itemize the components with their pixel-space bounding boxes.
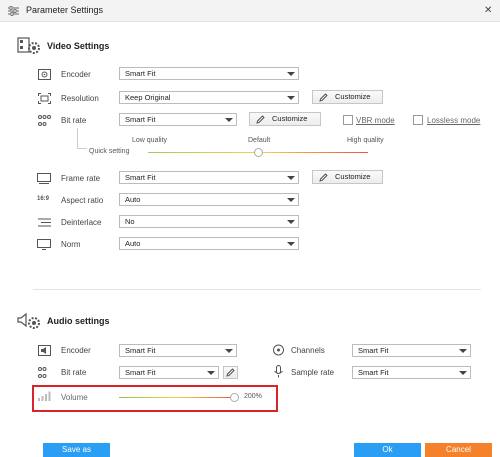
deinterlace-icon [38,218,51,229]
audio-encoder-select[interactable]: Smart Fit [119,344,237,357]
video-encoder-label: Encoder [61,70,91,79]
pencil-icon [319,93,328,102]
volume-value: 200% [244,393,262,400]
quick-setting-label: Quick setting [89,148,130,155]
audio-settings-title: Audio settings [47,316,110,326]
sample-rate-value: Smart Fit [358,368,389,377]
chevron-down-icon [225,118,233,122]
aspect-ratio-select[interactable]: Auto [119,193,299,206]
chevron-down-icon [287,242,295,246]
volume-label: Volume [61,393,88,402]
video-encoder-value: Smart Fit [125,69,156,78]
cancel-button[interactable]: Cancel [425,443,492,457]
frame-rate-customize-button[interactable]: Customize [312,170,383,184]
channels-label: Channels [291,346,325,355]
audio-bitrate-label: Bit rate [61,368,87,377]
resolution-select[interactable]: Keep Original [119,91,299,104]
norm-label: Norm [61,240,81,249]
audio-encoder-label: Encoder [61,346,91,355]
volume-slider-track[interactable] [119,397,234,398]
video-encoder-select[interactable]: Smart Fit [119,67,299,80]
resolution-label: Resolution [61,94,99,103]
video-bitrate-select[interactable]: Smart Fit [119,113,237,126]
deinterlace-value: No [125,217,135,226]
chevron-down-icon [287,176,295,180]
aspect-ratio-label: Aspect ratio [61,196,104,205]
customize-label: Customize [335,92,371,101]
aspect-ratio-value: Auto [125,195,141,204]
quality-slider-thumb[interactable] [253,148,263,157]
chevron-down-icon [459,349,467,353]
sample-rate-label: Sample rate [291,368,335,377]
resolution-value: Keep Original [125,93,171,102]
frame-rate-value: Smart Fit [125,173,156,182]
lossless-mode-checkbox[interactable] [413,115,423,125]
video-bitrate-value: Smart Fit [125,115,156,124]
microphone-icon [274,365,283,380]
settings-sliders-icon [8,6,19,18]
chevron-down-icon [287,220,295,224]
low-quality-label: Low quality [132,137,168,144]
audio-settings-icon [17,312,41,332]
audio-bitrate-edit-button[interactable] [223,366,238,379]
close-icon[interactable]: ✕ [484,5,492,16]
norm-select[interactable]: Auto [119,237,299,250]
frame-rate-label: Frame rate [61,174,101,183]
resolution-customize-button[interactable]: Customize [312,90,383,104]
channels-value: Smart Fit [358,346,389,355]
chevron-down-icon [287,96,295,100]
ok-button[interactable]: Ok [354,443,421,457]
chevron-down-icon [207,371,215,375]
lossless-mode-label: Lossless mode [427,116,481,125]
frame-rate-icon [37,173,51,186]
aspect-ratio-icon: 16:9 [37,196,50,202]
pencil-icon [226,368,235,377]
audio-bitrate-icon [38,367,51,381]
audio-encoder-icon [38,345,51,358]
tree-connector-vertical [77,128,78,149]
audio-encoder-value: Smart Fit [125,346,156,355]
audio-bitrate-select[interactable]: Smart Fit [119,366,219,379]
customize-label: Customize [335,172,371,181]
video-settings-title: Video Settings [47,41,110,51]
video-bitrate-label: Bit rate [61,116,87,125]
pencil-icon [256,115,265,124]
audio-bitrate-value: Smart Fit [125,368,156,377]
frame-rate-select[interactable]: Smart Fit [119,171,299,184]
default-quality-label: Default [248,137,271,144]
volume-slider-thumb[interactable] [229,393,239,402]
customize-label: Customize [272,114,308,123]
save-as-button[interactable]: Save as [43,443,110,457]
chevron-down-icon [287,72,295,76]
bitrate-icon [38,115,51,129]
vbr-mode-label[interactable]: VBR mode [356,116,395,125]
norm-icon [37,239,51,252]
chevron-down-icon [459,371,467,375]
channels-icon [272,344,285,358]
volume-signal-icon [38,391,51,403]
deinterlace-label: Deinterlace [61,218,102,227]
video-settings-icon [17,37,41,57]
bitrate-customize-button[interactable]: Customize [249,112,321,126]
encoder-icon [38,69,51,82]
deinterlace-select[interactable]: No [119,215,299,228]
tree-connector-horizontal [77,148,87,149]
chevron-down-icon [287,198,295,202]
channels-select[interactable]: Smart Fit [352,344,471,357]
section-divider [33,289,481,290]
norm-value: Auto [125,239,141,248]
chevron-down-icon [225,349,233,353]
vbr-mode-checkbox[interactable] [343,115,353,125]
pencil-icon [319,173,328,182]
sample-rate-select[interactable]: Smart Fit [352,366,471,379]
resolution-icon [38,93,51,106]
high-quality-label: High quality [347,137,384,144]
window-title: Parameter Settings [26,5,104,15]
